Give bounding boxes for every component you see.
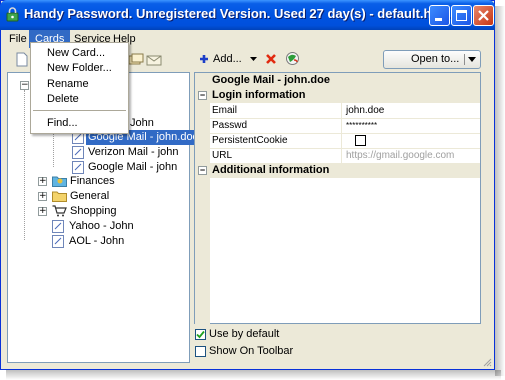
maximize-icon: [456, 10, 467, 21]
card-icon: [52, 235, 64, 248]
property-key: URL: [210, 148, 342, 163]
menu-separator: [33, 110, 126, 111]
tree-item[interactable]: Google Mail - john: [88, 160, 177, 175]
property-grid[interactable]: Google Mail - john.doe − Login informati…: [194, 72, 481, 325]
tree-folder[interactable]: General: [70, 189, 109, 204]
folder-icon: [52, 191, 67, 202]
property-value[interactable]: https://gmail.google.com: [346, 148, 454, 163]
property-key: Passwd: [210, 118, 342, 133]
menu-item-find[interactable]: Find...: [47, 117, 78, 129]
card-title-row: Google Mail - john.doe: [195, 73, 480, 88]
cards-icon[interactable]: [128, 53, 144, 66]
close-button[interactable]: [473, 5, 494, 26]
card-icon: [72, 161, 84, 174]
shopping-cart-icon: [52, 205, 67, 217]
show-on-toolbar-checkbox[interactable]: [195, 346, 206, 357]
menu-item-delete[interactable]: Delete: [47, 93, 79, 105]
use-by-default-label: Use by default: [209, 328, 280, 340]
open-to-label: Open to...: [411, 53, 460, 65]
delete-icon[interactable]: [265, 53, 277, 65]
tree-item[interactable]: Verizon Mail - john: [88, 145, 179, 160]
chevron-down-icon[interactable]: [468, 57, 476, 62]
menu-item-new-folder[interactable]: New Folder...: [47, 62, 112, 74]
show-on-toolbar-label: Show On Toolbar: [209, 345, 294, 357]
persistentcookie-checkbox[interactable]: [355, 135, 366, 146]
tree-folder[interactable]: Shopping: [70, 204, 117, 219]
folder-icon: [52, 176, 67, 187]
new-document-icon[interactable]: [16, 52, 28, 67]
property-row-passwd[interactable]: Passwd **********: [195, 118, 480, 134]
split-divider: [464, 54, 465, 65]
tree-guide-line: [24, 90, 25, 240]
tree-expander[interactable]: +: [38, 177, 47, 186]
menu-item-new-card[interactable]: New Card...: [47, 47, 105, 59]
menu-item-rename[interactable]: Rename: [47, 78, 89, 90]
tree-expander[interactable]: +: [38, 207, 47, 216]
open-to-button[interactable]: Open to...: [383, 50, 481, 69]
property-key: PersistentCookie: [210, 133, 342, 148]
additional-section-label: Additional information: [212, 164, 330, 176]
section-collapse-icon[interactable]: −: [198, 91, 207, 100]
checkmark-icon: [196, 330, 205, 339]
tree-item-partial[interactable]: John: [130, 116, 154, 131]
close-icon: [478, 10, 489, 21]
property-key: Email: [210, 103, 342, 118]
login-section-label: Login information: [212, 89, 306, 101]
login-section-header[interactable]: − Login information: [195, 88, 480, 103]
property-row-url[interactable]: URL https://gmail.google.com: [195, 148, 480, 164]
tree-expander[interactable]: +: [38, 192, 47, 201]
property-row-persistentcookie[interactable]: PersistentCookie: [195, 133, 480, 149]
cards-dropdown-menu: New Card... New Folder... Rename Delete …: [30, 42, 129, 134]
property-row-email[interactable]: Email john.doe: [195, 103, 480, 119]
window-shadow: [495, 6, 505, 376]
use-by-default-checkbox[interactable]: [195, 329, 206, 340]
additional-section-header[interactable]: − Additional information: [195, 163, 480, 178]
minimize-icon: [435, 18, 442, 21]
lock-icon: [6, 7, 19, 22]
card-icon: [52, 220, 64, 233]
chevron-down-icon[interactable]: [250, 57, 257, 62]
property-value[interactable]: **********: [346, 118, 377, 133]
card-icon: [72, 146, 84, 159]
envelope-icon[interactable]: [146, 54, 162, 66]
section-collapse-icon[interactable]: −: [198, 166, 207, 175]
resize-grip-icon[interactable]: [482, 357, 492, 367]
maximize-button[interactable]: [451, 5, 472, 26]
tree-item[interactable]: AOL - John: [69, 234, 124, 249]
tree-folder[interactable]: Finances: [70, 174, 115, 189]
tree-expander[interactable]: −: [20, 81, 29, 90]
minimize-button[interactable]: [429, 5, 450, 26]
add-button[interactable]: Add...: [213, 53, 242, 65]
globe-icon[interactable]: [285, 51, 300, 66]
window-title: Handy Password. Unregistered Version. Us…: [24, 6, 451, 21]
tree-item[interactable]: Yahoo - John: [69, 219, 134, 234]
property-value[interactable]: john.doe: [346, 103, 384, 118]
card-title: Google Mail - john.doe: [212, 74, 330, 86]
plus-icon[interactable]: [199, 54, 209, 64]
window-shadow: [6, 370, 501, 380]
